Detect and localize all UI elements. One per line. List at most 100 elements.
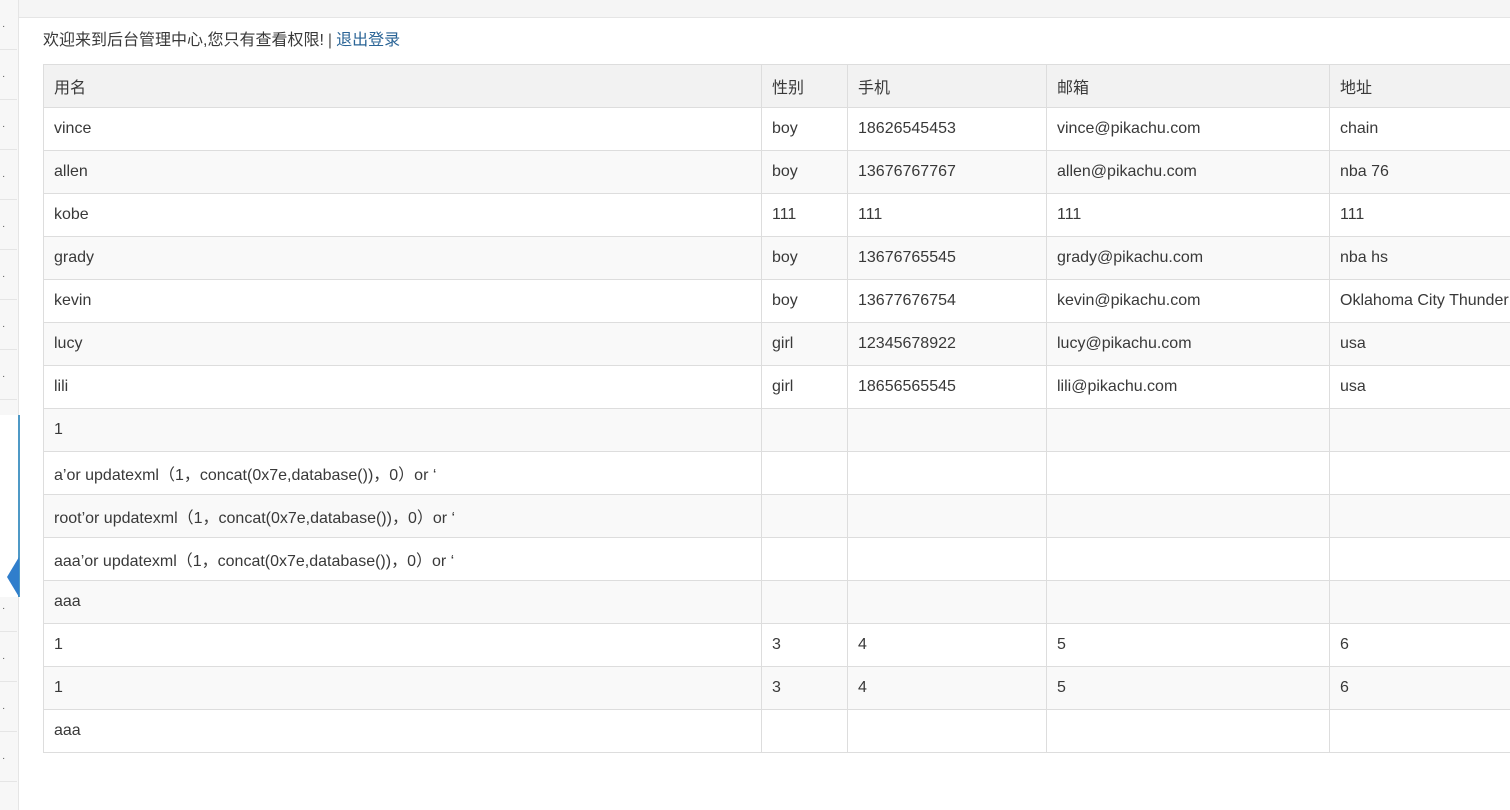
table-cell: kevin@pikachu.com [1046,279,1330,323]
column-header: 用名 [43,64,762,108]
table-cell [761,709,848,753]
table-cell: grady@pikachu.com [1046,236,1330,280]
table-cell: 1 [43,623,762,667]
sidebar-item[interactable]: · [0,632,17,682]
column-header: 性别 [761,64,848,108]
table-row: aaa’or updatexml（1，concat(0x7e,database(… [43,537,1510,581]
table-row: allen boy 13676767767 allen@pikachu.com nba … [43,150,1510,194]
table-cell: vince [43,107,762,151]
table-cell: Oklahoma City Thunder [1329,279,1510,323]
sidebar-item[interactable]: · [0,150,17,200]
table-cell: allen [43,150,762,194]
sidebar-item-marker: · [2,603,6,614]
sidebar-item-marker: · [2,21,6,32]
column-header: 地址 [1329,64,1510,108]
table-cell: lucy [43,322,762,366]
separator: | [327,32,333,49]
sidebar-item[interactable]: · [0,350,17,400]
table-cell: boy [761,236,848,280]
table-cell: 5 [1046,623,1330,667]
table-cell: 18626545453 [847,107,1047,151]
table-cell [761,537,848,581]
table-cell [761,451,848,495]
table-cell: lili [43,365,762,409]
table-cell: girl [761,322,848,366]
table-cell [847,709,1047,753]
table-row: vince boy 18626545453 vince@pikachu.com chai… [43,107,1510,151]
table-cell: 4 [847,666,1047,710]
table-cell [1329,451,1510,495]
table-cell [847,408,1047,452]
table-row: root’or updatexml（1，concat(0x7e,database… [43,494,1510,538]
table-cell: girl [761,365,848,409]
table-cell [1046,494,1330,538]
table-cell [847,580,1047,624]
table-cell: nba hs [1329,236,1510,280]
table-cell [847,494,1047,538]
table-cell [761,580,848,624]
table-row: a’or updatexml（1，concat(0x7e,database())… [43,451,1510,495]
table-row: 1 [43,408,1510,452]
sidebar-item-marker: · [2,653,6,664]
table-cell [1046,451,1330,495]
table-cell: boy [761,107,848,151]
table-cell [761,494,848,538]
table-cell: 13676765545 [847,236,1047,280]
welcome-message: 欢迎来到后台管理中心,您只有查看权限! | 退出登录 [43,31,400,51]
sidebar-item[interactable]: · [0,0,17,50]
table-row: kobe 111 111 111 111 [43,193,1510,237]
table-cell: 13677676754 [847,279,1047,323]
sidebar-item[interactable]: · [0,682,17,732]
sidebar-strip: · · · · · · · · · · · · [0,0,19,810]
sidebar-item[interactable]: · [0,50,17,100]
table-cell: kobe [43,193,762,237]
table-row: kevin boy 13677676754 kevin@pikachu.com Okla… [43,279,1510,323]
table-cell: 111 [1046,193,1330,237]
column-header: 邮箱 [1046,64,1330,108]
sidebar-item-marker: · [2,321,6,332]
table-cell: root’or updatexml（1，concat(0x7e,database… [43,494,762,538]
sidebar-item-marker: · [2,121,6,132]
table-cell: vince@pikachu.com [1046,107,1330,151]
table-cell: 1 [43,666,762,710]
table-row: lucy girl 12345678922 lucy@pikachu.com usa [43,322,1510,366]
sidebar-item-marker: · [2,171,6,182]
table-cell: 3 [761,623,848,667]
table-cell: a’or updatexml（1，concat(0x7e,database())… [43,451,762,495]
column-header: 手机 [847,64,1047,108]
table-cell [1046,580,1330,624]
table-cell [847,451,1047,495]
table-cell: 1 [43,408,762,452]
logout-link[interactable]: 退出登录 [336,32,400,49]
table-cell: 111 [847,193,1047,237]
table-cell: 4 [847,623,1047,667]
chevron-left-icon[interactable] [7,557,19,597]
table-cell: grady [43,236,762,280]
table-cell: 13676767767 [847,150,1047,194]
sidebar-item[interactable]: · [0,100,17,150]
table-cell: boy [761,279,848,323]
table-cell [1046,709,1330,753]
sidebar-item[interactable]: · [0,200,17,250]
table-cell: 18656565545 [847,365,1047,409]
table-cell: 111 [761,193,848,237]
table-row: aaa [43,709,1510,753]
table-cell [1329,408,1510,452]
sidebar-item[interactable]: · [0,300,17,350]
table-cell: nba 76 [1329,150,1510,194]
table-row: lili girl 18656565545 lili@pikachu.com usa [43,365,1510,409]
sidebar-item-marker: · [2,221,6,232]
table-cell: usa [1329,322,1510,366]
table-cell: boy [761,150,848,194]
sidebar-item[interactable]: · [0,732,17,782]
table-row: 13456 [43,666,1510,710]
table-cell: chain [1329,107,1510,151]
table-cell: lili@pikachu.com [1046,365,1330,409]
sidebar-item[interactable]: · [0,250,17,300]
table-cell: aaa [43,709,762,753]
table-cell: 111 [1329,193,1510,237]
sidebar-item-marker: · [2,753,6,764]
table-cell: 6 [1329,623,1510,667]
table-cell: 6 [1329,666,1510,710]
table-cell [1046,408,1330,452]
